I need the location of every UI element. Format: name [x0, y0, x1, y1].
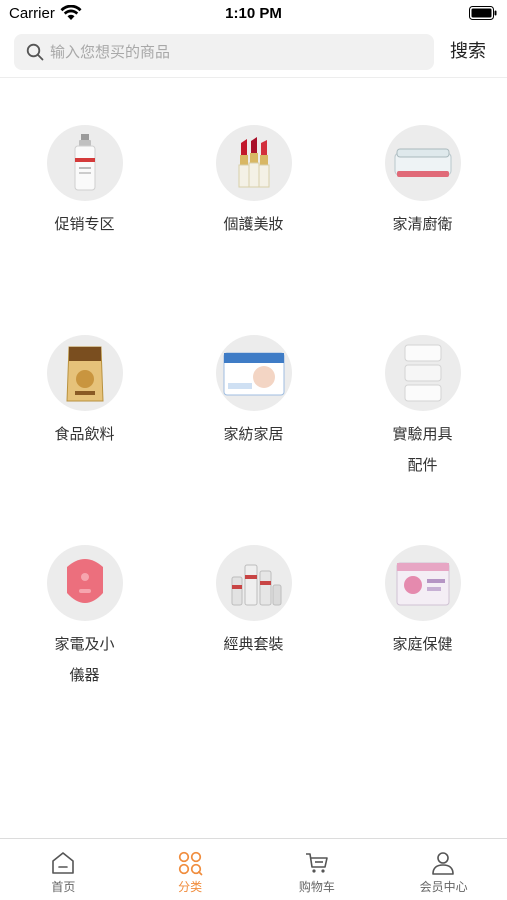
search-field[interactable]: [14, 34, 434, 70]
category-label: 個護美妝: [223, 215, 284, 233]
tab-member-center[interactable]: 会员中心: [380, 839, 507, 899]
category-label: 家清廚衛: [392, 215, 453, 233]
cart-icon: [305, 853, 328, 873]
tab-bar: 首页 分类 购物车 会员中心: [0, 838, 507, 900]
serum-bottle-icon: [47, 125, 123, 201]
category-label: 家紡家居: [223, 425, 284, 443]
tab-category[interactable]: 分类: [127, 839, 254, 899]
user-icon: [432, 852, 455, 875]
diaper-pack-icon: [216, 335, 292, 411]
search-button[interactable]: 搜索: [440, 34, 496, 70]
snack-bag-icon: [47, 335, 123, 411]
search-bar: 搜索: [0, 30, 507, 78]
category-label: 經典套裝: [223, 635, 284, 653]
skincare-set-icon: [216, 545, 292, 621]
search-icon: [26, 43, 44, 61]
facial-cleanser-device-icon: [47, 545, 123, 621]
tab-label: 首页: [51, 880, 76, 894]
category-grid-icon: [178, 851, 203, 876]
storage-box-icon: [385, 125, 461, 201]
tab-label: 分类: [178, 880, 203, 894]
clock: 1:10 PM: [225, 5, 282, 22]
lipstick-icon: [216, 125, 292, 201]
status-bar: Carrier 1:10 PM: [0, 0, 507, 28]
home-icon: [52, 852, 74, 874]
search-input[interactable]: [50, 34, 420, 70]
category-label: 食品飲料: [54, 425, 115, 443]
category-label: 家電及小 儀器: [54, 635, 115, 684]
containers-icon: [385, 335, 461, 411]
tab-label: 购物车: [298, 880, 335, 894]
tab-cart[interactable]: 购物车: [254, 839, 381, 899]
battery-icon: [469, 6, 497, 20]
tab-home[interactable]: 首页: [0, 839, 127, 899]
category-grid: 促销专区 個護美妝 家清廚衛 食品飲料 家紡家居 實驗用具 配件 家電及小 儀器…: [0, 78, 507, 838]
category-label: 家庭保健: [392, 635, 453, 653]
category-label: 促销专区: [54, 215, 115, 233]
health-box-icon: [385, 545, 461, 621]
category-label: 實驗用具 配件: [392, 425, 453, 474]
tab-label: 会员中心: [419, 880, 468, 894]
